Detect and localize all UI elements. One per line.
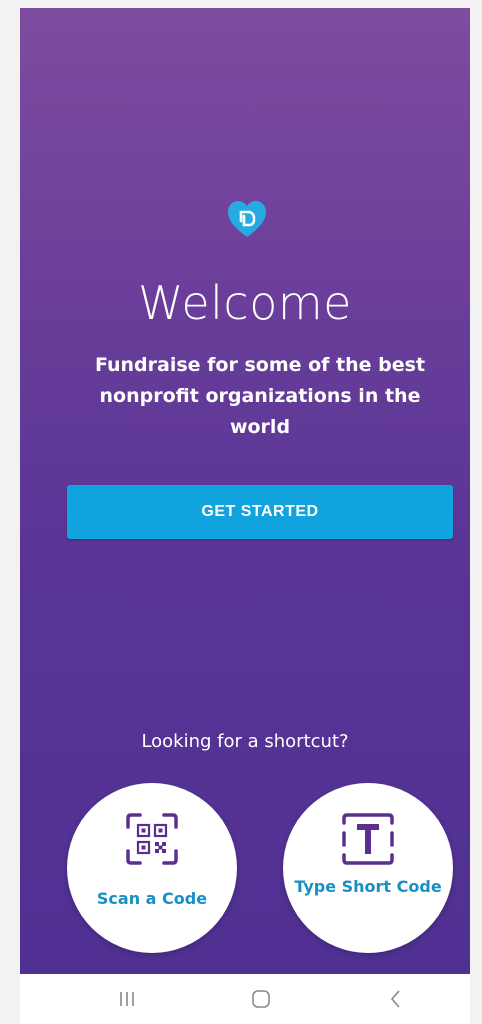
heart-logo-icon [228, 201, 266, 237]
qr-code-icon [126, 813, 178, 865]
get-started-button[interactable]: GET STARTED [67, 485, 453, 539]
back-icon [390, 990, 400, 1008]
scan-code-label: Scan a Code [96, 889, 208, 908]
back-button[interactable] [376, 986, 416, 1012]
scan-code-button[interactable]: Scan a Code [67, 783, 237, 953]
welcome-title: Welcome [138, 276, 352, 330]
home-button[interactable] [241, 986, 281, 1012]
welcome-screen: Welcome Fundraise for some of the best n… [20, 8, 470, 974]
text-box-icon [342, 813, 394, 865]
recent-apps-button[interactable] [107, 986, 147, 1012]
recent-apps-icon [120, 992, 134, 1006]
type-short-code-label: Type Short Code [294, 877, 442, 896]
system-navigation-bar [20, 974, 470, 1024]
welcome-tagline: Fundraise for some of the best nonprofit… [94, 354, 426, 438]
home-icon [252, 990, 270, 1008]
type-short-code-button[interactable]: Type Short Code [283, 783, 453, 953]
shortcut-prompt: Looking for a shortcut? [141, 731, 349, 752]
